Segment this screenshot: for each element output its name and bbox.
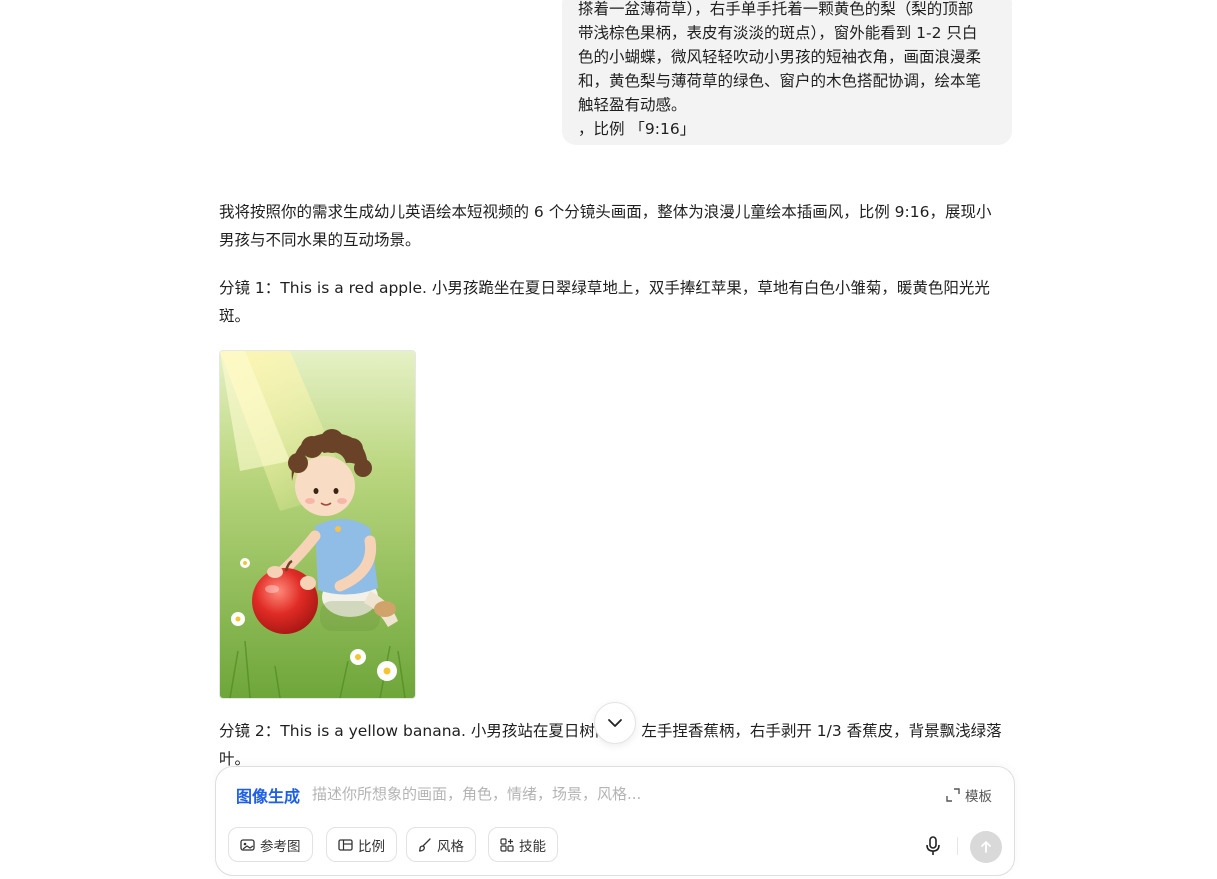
reference-image-label: 参考图 — [260, 838, 301, 855]
ratio-button[interactable]: 比例 — [326, 827, 397, 862]
user-message-line: 带浅棕色果柄，表皮有淡淡的斑点），窗外能看到 1-2 只白 — [578, 24, 978, 42]
composer: 图像生成 模板 参考图 比例 风格 — [215, 766, 1015, 876]
style-button[interactable]: 风格 — [406, 827, 476, 862]
mode-label[interactable]: 图像生成 — [236, 783, 300, 807]
skills-button[interactable]: 技能 — [488, 827, 558, 862]
assistant-intro: 我将按照你的需求生成幼儿英语绘本短视频的 6 个分镜头画面，整体为浪漫儿童绘本插… — [219, 198, 1009, 254]
template-label: 模板 — [965, 789, 992, 805]
user-message-line: 色的小蝴蝶，微风轻轻吹动小男孩的短袖衣角，画面浪漫柔 — [578, 48, 982, 66]
ratio-label: 比例 — [358, 838, 385, 855]
scroll-to-bottom-button[interactable] — [594, 702, 636, 744]
user-message-line: ，比例 「9:16」 — [578, 120, 696, 138]
send-button[interactable] — [970, 831, 1002, 863]
skills-label: 技能 — [519, 838, 546, 855]
ratio-icon — [338, 838, 353, 851]
image-icon — [240, 838, 255, 851]
user-message-bubble: 搽着一盆薄荷草），右手单手托着一颗黄色的梨（梨的顶部 带浅棕色果柄，表皮有淡淡的… — [562, 0, 1012, 145]
template-button[interactable]: 模板 — [946, 785, 992, 805]
reference-image-button[interactable]: 参考图 — [228, 827, 313, 862]
microphone-button[interactable] — [922, 835, 944, 857]
prompt-input[interactable] — [312, 781, 912, 807]
skills-icon — [500, 837, 514, 852]
microphone-icon — [926, 836, 940, 855]
user-message-line: 和，黄色梨与薄荷草的绿色、窗户的木色搭配协调，绘本笔 — [578, 72, 982, 90]
brush-icon — [418, 837, 431, 852]
scene-1-generated-image[interactable] — [219, 350, 416, 699]
chevron-down-icon — [608, 719, 622, 727]
assistant-intro-line: 男孩与不同水果的互动场景。 — [219, 231, 421, 249]
scene-1-line: 斑。 — [219, 307, 251, 325]
expand-icon — [946, 788, 960, 802]
scene-1-line: 分镜 1：This is a red apple. 小男孩跪坐在夏日翠绿草地上，… — [219, 279, 990, 297]
divider — [957, 837, 958, 855]
scene-1-description: 分镜 1：This is a red apple. 小男孩跪坐在夏日翠绿草地上，… — [219, 274, 1009, 330]
user-message-line: 搽着一盆薄荷草），右手单手托着一颗黄色的梨（梨的顶部 — [578, 0, 974, 18]
assistant-intro-line: 我将按照你的需求生成幼儿英语绘本短视频的 6 个分镜头画面，整体为浪漫儿童绘本插… — [219, 203, 992, 221]
user-message-line: 触轻盈有动感。 — [578, 96, 687, 114]
style-label: 风格 — [437, 838, 464, 855]
arrow-up-icon — [981, 841, 991, 853]
